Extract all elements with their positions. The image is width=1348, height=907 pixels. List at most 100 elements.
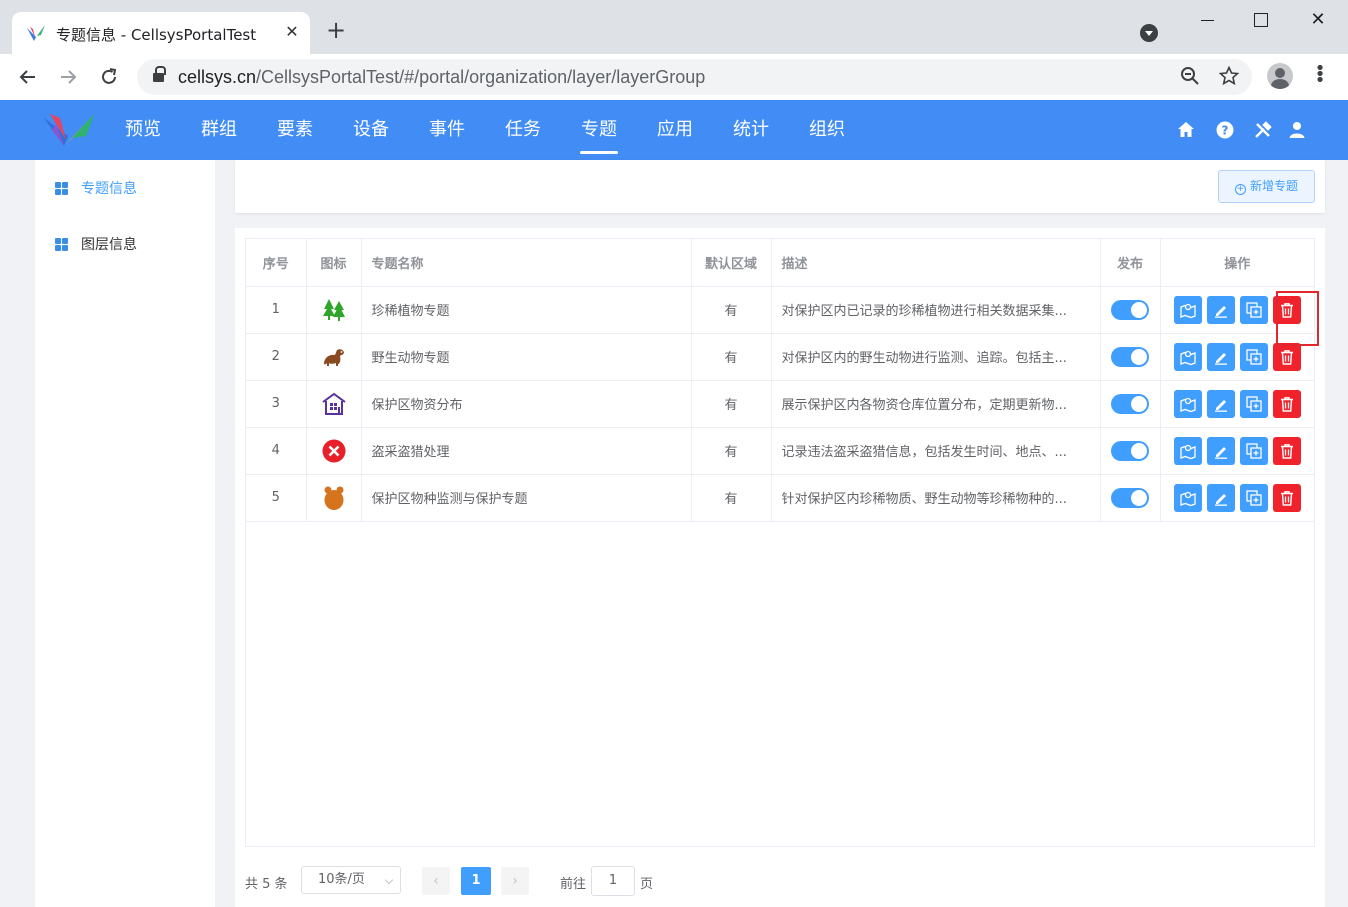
row-desc: 记录违法盗采盗猎信息，包括发生时间、地点、... [771,427,1101,475]
menu-item-elements[interactable]: 要素 [276,100,314,160]
table-row: 3 保护区物资分布 有 展示保护区内各物资仓库位置分布，定期更新物... [246,380,1314,428]
row-name: 野生动物专题 [361,333,692,381]
goto-unit: 页 [640,877,654,892]
row-publish-cell [1100,380,1161,428]
table-row: 4 盗采盗猎处理 有 记录违法盗采盗猎信息，包括发生时间、地点、... [246,427,1314,475]
menu-item-org[interactable]: 组织 [808,100,846,160]
edit-button[interactable] [1206,436,1235,465]
col-header-icon: 图标 [306,239,362,287]
copy-button[interactable] [1239,483,1268,512]
table-panel: 序号 图标 专题名称 默认区域 描述 发布 操作 1 珍稀植物专题 有 对保护区… [235,228,1325,907]
page-size-select[interactable]: 10条/页 [301,866,401,894]
pagination-total: 共 5 条 [245,877,288,892]
row-no: 4 [246,427,307,475]
map-icon [1179,397,1196,412]
account-avatar-icon[interactable] [1267,63,1293,89]
copy-icon [1245,489,1262,506]
tab-close-icon[interactable]: ✕ [282,22,302,41]
goto-page-input[interactable]: 1 [591,866,635,896]
window-close-button[interactable]: ✕ [1306,8,1330,32]
menu-item-tasks[interactable]: 任务 [504,100,542,160]
row-no: 2 [246,333,307,381]
delete-button[interactable] [1272,342,1301,371]
menu-item-devices[interactable]: 设备 [352,100,390,160]
edit-icon [1214,352,1227,365]
copy-button[interactable] [1239,295,1268,324]
help-icon[interactable]: ? [1215,120,1235,140]
row-ops-cell [1160,474,1314,522]
row-desc: 针对保护区内珍稀物质、野生动物等珍稀物种的... [771,474,1101,522]
copy-button[interactable] [1239,342,1268,371]
delete-highlight-box [1276,291,1319,346]
menu-item-topics[interactable]: 专题 [580,100,618,160]
menu-item-groups[interactable]: 群组 [200,100,238,160]
back-icon[interactable] [15,64,41,90]
add-topic-button[interactable]: + 新增专题 [1218,170,1315,203]
copy-icon [1245,301,1262,318]
menu-item-apps[interactable]: 应用 [656,100,694,160]
table-row: 2 野生动物专题 有 对保护区内的野生动物进行监测、追踪。包括主... [246,333,1314,381]
publish-toggle[interactable] [1111,299,1149,320]
row-default-area: 有 [691,474,772,522]
profile-menu-icon[interactable] [1140,24,1158,42]
zoom-icon[interactable] [1180,66,1200,86]
edit-button[interactable] [1206,389,1235,418]
maximize-button[interactable] [1248,8,1272,32]
browser-menu-icon[interactable]: • • • [1310,60,1330,90]
publish-toggle[interactable] [1111,393,1149,414]
prev-page-button[interactable]: ‹ [422,867,450,895]
new-tab-button[interactable]: + [326,18,346,42]
publish-toggle[interactable] [1111,346,1149,367]
copy-button[interactable] [1239,436,1268,465]
bear-icon [324,486,343,510]
row-icon-cell [306,427,362,475]
copy-button[interactable] [1239,389,1268,418]
menu-item-stats[interactable]: 统计 [732,100,770,160]
browser-tab[interactable]: 专题信息 - CellsysPortalTest ✕ [12,12,310,54]
address-bar[interactable]: cellsys.cn/CellsysPortalTest/#/portal/or… [137,59,1252,95]
delete-icon [1280,490,1293,506]
user-icon[interactable] [1287,120,1307,140]
menu-item-preview[interactable]: 预览 [124,100,162,160]
edit-button[interactable] [1206,342,1235,371]
row-ops-cell [1160,427,1314,475]
col-header-publish: 发布 [1100,239,1161,287]
home-icon[interactable] [1176,120,1196,140]
browser-toolbar: cellsys.cn/CellsysPortalTest/#/portal/or… [0,54,1348,100]
minimize-button[interactable] [1196,8,1220,32]
row-name: 盗采盗猎处理 [361,427,692,475]
publish-toggle[interactable] [1111,487,1149,508]
copy-icon [1245,348,1262,365]
tools-icon[interactable] [1253,120,1273,140]
map-button[interactable] [1173,342,1202,371]
publish-toggle[interactable] [1111,440,1149,461]
delete-button[interactable] [1272,436,1301,465]
url-text: cellsys.cn/CellsysPortalTest/#/portal/or… [178,67,706,87]
delete-button[interactable] [1272,483,1301,512]
app-logo-icon[interactable] [42,110,98,150]
page-size-value: 10条/页 [318,872,365,887]
row-default-area: 有 [691,286,772,334]
col-header-desc: 描述 [771,239,1101,287]
table-row: 5 保护区物种监测与保护专题 有 针对保护区内珍稀物质、野生动物等珍稀物种的..… [246,474,1314,522]
map-button[interactable] [1173,389,1202,418]
delete-button[interactable] [1272,389,1301,418]
reload-icon[interactable] [96,64,122,90]
row-name: 珍稀植物专题 [361,286,692,334]
edit-button[interactable] [1206,483,1235,512]
menu-item-events[interactable]: 事件 [428,100,466,160]
delete-icon [1280,396,1293,412]
next-page-button[interactable]: › [501,867,529,895]
forward-icon[interactable] [55,64,81,90]
edit-button[interactable] [1206,295,1235,324]
map-button[interactable] [1173,436,1202,465]
bookmark-star-icon[interactable] [1219,66,1239,86]
page-number-current[interactable]: 1 [461,867,491,895]
row-publish-cell [1100,427,1161,475]
grid-icon [55,238,68,251]
sidebar-item-layer-info[interactable]: 图层信息 [55,235,137,255]
sidebar-item-label: 图层信息 [81,237,137,253]
map-button[interactable] [1173,295,1202,324]
map-button[interactable] [1173,483,1202,512]
sidebar-item-topic-info[interactable]: 专题信息 [55,179,137,199]
